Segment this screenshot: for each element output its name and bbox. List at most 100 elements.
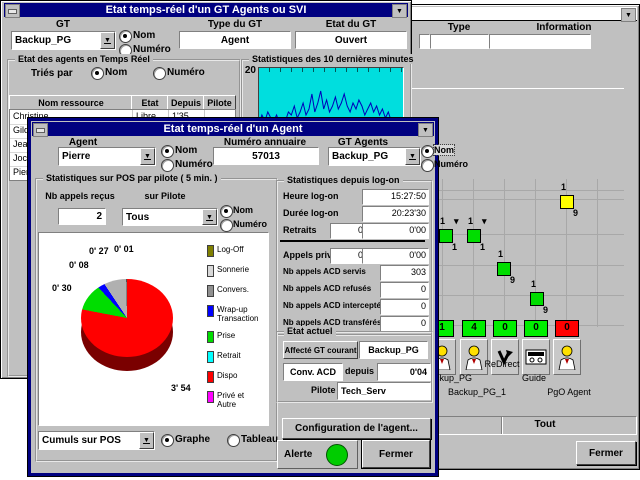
queue-count-box[interactable]: 4 [462, 320, 486, 337]
affecte-gt-button[interactable]: Affecté GT courant [283, 341, 358, 359]
agent-titlebar[interactable]: Etat temps-réel d'un Agent ▼ [32, 122, 434, 136]
queue-label: PgO Agent [529, 387, 609, 397]
grid-line-vertical [597, 179, 598, 327]
queue-guide-icon[interactable] [522, 339, 550, 375]
monitor-close-button[interactable]: Fermer [576, 441, 636, 465]
gt-agents-nom-radio-label: Nom [434, 145, 454, 155]
dropdown-arrow-icon[interactable]: ▼ [405, 148, 420, 165]
node-count-top: 1 [498, 249, 503, 259]
cumuls-combobox[interactable]: Cumuls sur POS ▼ [38, 431, 155, 450]
grid-line-horizontal [412, 265, 624, 266]
pilote-nom-radio[interactable] [220, 205, 233, 218]
gt-combobox[interactable]: Backup_PG ▼ [11, 31, 116, 50]
gt-label: GT [13, 19, 113, 30]
queue-redirect-icon[interactable] [491, 339, 519, 375]
agents-group-title: Etat des agents en Temps Réel [15, 54, 153, 64]
legend-swatch [207, 351, 214, 363]
agent-nom-radio[interactable] [161, 145, 174, 158]
agent-window-title: Etat temps-réel d'un Agent [163, 123, 302, 135]
monitor-titlebar[interactable]: ▼ [405, 7, 637, 21]
stat-count-field: 0 [330, 248, 366, 264]
column-header-information: Information [499, 22, 629, 33]
minimize-icon[interactable]: ▼ [621, 8, 636, 22]
gt-window-title: Etat temps-réel d'un GT Agents ou SVI [106, 4, 307, 16]
agent-nom-radio-label: Nom [175, 145, 197, 156]
system-menu-icon[interactable] [5, 4, 20, 18]
minimize-icon[interactable]: ▼ [418, 123, 433, 137]
config-agent-button[interactable]: Configuration de l'agent... [282, 418, 431, 439]
stat-count-field: 0 [330, 223, 366, 239]
legend-item: Prise [207, 331, 265, 343]
gt-agents-numero-radio[interactable] [421, 159, 434, 172]
node-count-top: 1 [561, 182, 566, 192]
alert-panel: Alerte [277, 440, 358, 469]
monitor-row-cell[interactable] [419, 34, 430, 49]
pilote-combobox[interactable]: Tous ▼ [122, 208, 218, 226]
logon-stats-title: Statistiques depuis log-on [284, 175, 403, 185]
pilote-label: Pilote [311, 385, 336, 395]
gt-agents-combobox[interactable]: Backup_PG ▼ [328, 147, 421, 166]
minimize-icon[interactable]: ▼ [392, 4, 407, 18]
sort-nom-radio[interactable] [91, 67, 104, 80]
stat-value-field: 0'00 [362, 223, 429, 239]
queue-count-box[interactable]: 0 [524, 320, 548, 337]
agent-combobox[interactable]: Pierre ▼ [58, 147, 156, 166]
dropdown-arrow-icon[interactable]: ▼ [100, 32, 115, 49]
view-selector-bar[interactable]: Tout [409, 416, 637, 435]
stat-label: Heure log-on [283, 191, 339, 201]
alert-label: Alerte [284, 449, 312, 460]
pilote-numero-radio[interactable] [220, 219, 233, 232]
y-axis-max-label: 20 [243, 65, 256, 76]
tries-par-label: Triés par [31, 68, 73, 79]
diagram-node [439, 229, 453, 243]
dropdown-arrow-icon[interactable]: ▼ [140, 148, 155, 165]
graphe-radio[interactable] [161, 434, 174, 447]
diagram-node [467, 229, 481, 243]
node-count-bottom: 1 [452, 242, 457, 252]
queue-count-box[interactable]: 0 [493, 320, 517, 337]
gt-titlebar[interactable]: Etat temps-réel d'un GT Agents ou SVI ▼ [4, 3, 408, 17]
pie-slice-label: 0' 27 [89, 246, 109, 256]
dropdown-arrow-icon[interactable]: ▼ [139, 432, 154, 449]
stat-label: Retraits [283, 225, 317, 235]
gt-agents-nom-radio[interactable] [421, 145, 434, 158]
legend-item: Convers. [207, 285, 265, 297]
system-menu-icon[interactable] [33, 123, 48, 137]
sur-pilote-label: sur Pilote [126, 191, 204, 201]
agent-close-button[interactable]: Fermer [362, 440, 430, 468]
queue-agent-icon[interactable] [553, 339, 581, 375]
agent-numero-radio[interactable] [161, 159, 174, 172]
dropdown-arrow-icon[interactable]: ▼ [202, 209, 217, 225]
tableau-radio[interactable] [227, 434, 240, 447]
node-count-bottom: 9 [573, 208, 578, 218]
diagram-node [530, 292, 544, 306]
pie-slice-label: 0' 08 [69, 260, 89, 270]
node-marker-icon: ▾ [454, 216, 459, 226]
agent-window: Etat temps-réel d'un Agent ▼ Agent Pierr… [28, 118, 438, 476]
section-divider [280, 240, 425, 242]
queue-count-box[interactable]: 0 [555, 320, 579, 337]
tableau-radio-label: Tableau [241, 434, 278, 445]
gt-nom-radio[interactable] [119, 30, 132, 43]
annuaire-value: 57013 [213, 147, 319, 165]
node-count-bottom: 9 [510, 275, 515, 285]
agent-numero-radio-label: Numéro [175, 159, 213, 170]
queue-agent-icon[interactable] [460, 339, 488, 375]
routing-diagram-panel: 1911▾11▾191914000ReDirectBackup_PGGuideB… [411, 88, 624, 415]
stat-label: Nb appels ACD refusés [283, 284, 371, 293]
legend-item: Wrap-up Transaction [207, 305, 265, 323]
stat-value-field: 0 [380, 316, 429, 332]
graphe-radio-label: Graphe [175, 434, 210, 445]
pilote-nom-radio-label: Nom [233, 205, 253, 215]
monitor-type-cell[interactable] [430, 34, 489, 49]
type-gt-value: Agent [179, 31, 291, 49]
view-all-tab[interactable]: Tout [509, 419, 581, 430]
etat-gt-value: Ouvert [295, 31, 407, 49]
sort-numero-radio[interactable] [153, 67, 166, 80]
legend-item: Log-Off [207, 245, 265, 257]
grid-line-vertical [442, 179, 443, 327]
etat-courant-value: Conv. ACD [283, 363, 343, 381]
monitor-information-cell[interactable] [489, 34, 591, 49]
legend-swatch [207, 305, 214, 317]
agent-pie-chart: 0' 270' 010' 080' 303' 54 Log-OffSonneri… [38, 232, 269, 426]
